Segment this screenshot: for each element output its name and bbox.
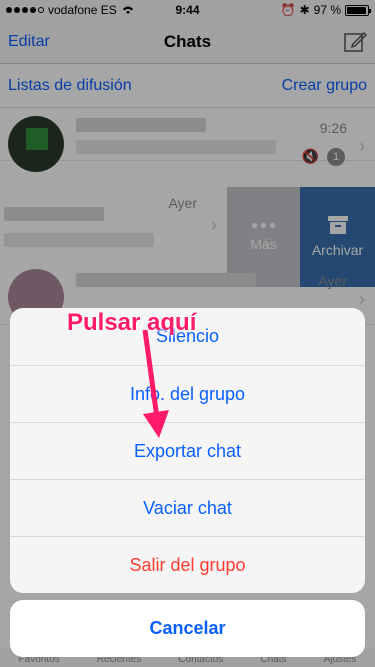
annotation-label: Pulsar aquí: [67, 309, 197, 336]
export-chat-button[interactable]: Exportar chat: [10, 422, 365, 479]
action-sheet: Silencio Info. del grupo Exportar chat V…: [10, 308, 365, 593]
annotation-arrow-icon: [142, 330, 169, 438]
cancel-button[interactable]: Cancelar: [10, 600, 365, 657]
clear-chat-button[interactable]: Vaciar chat: [10, 479, 365, 536]
group-info-button[interactable]: Info. del grupo: [10, 365, 365, 422]
exit-group-button[interactable]: Salir del grupo: [10, 536, 365, 593]
